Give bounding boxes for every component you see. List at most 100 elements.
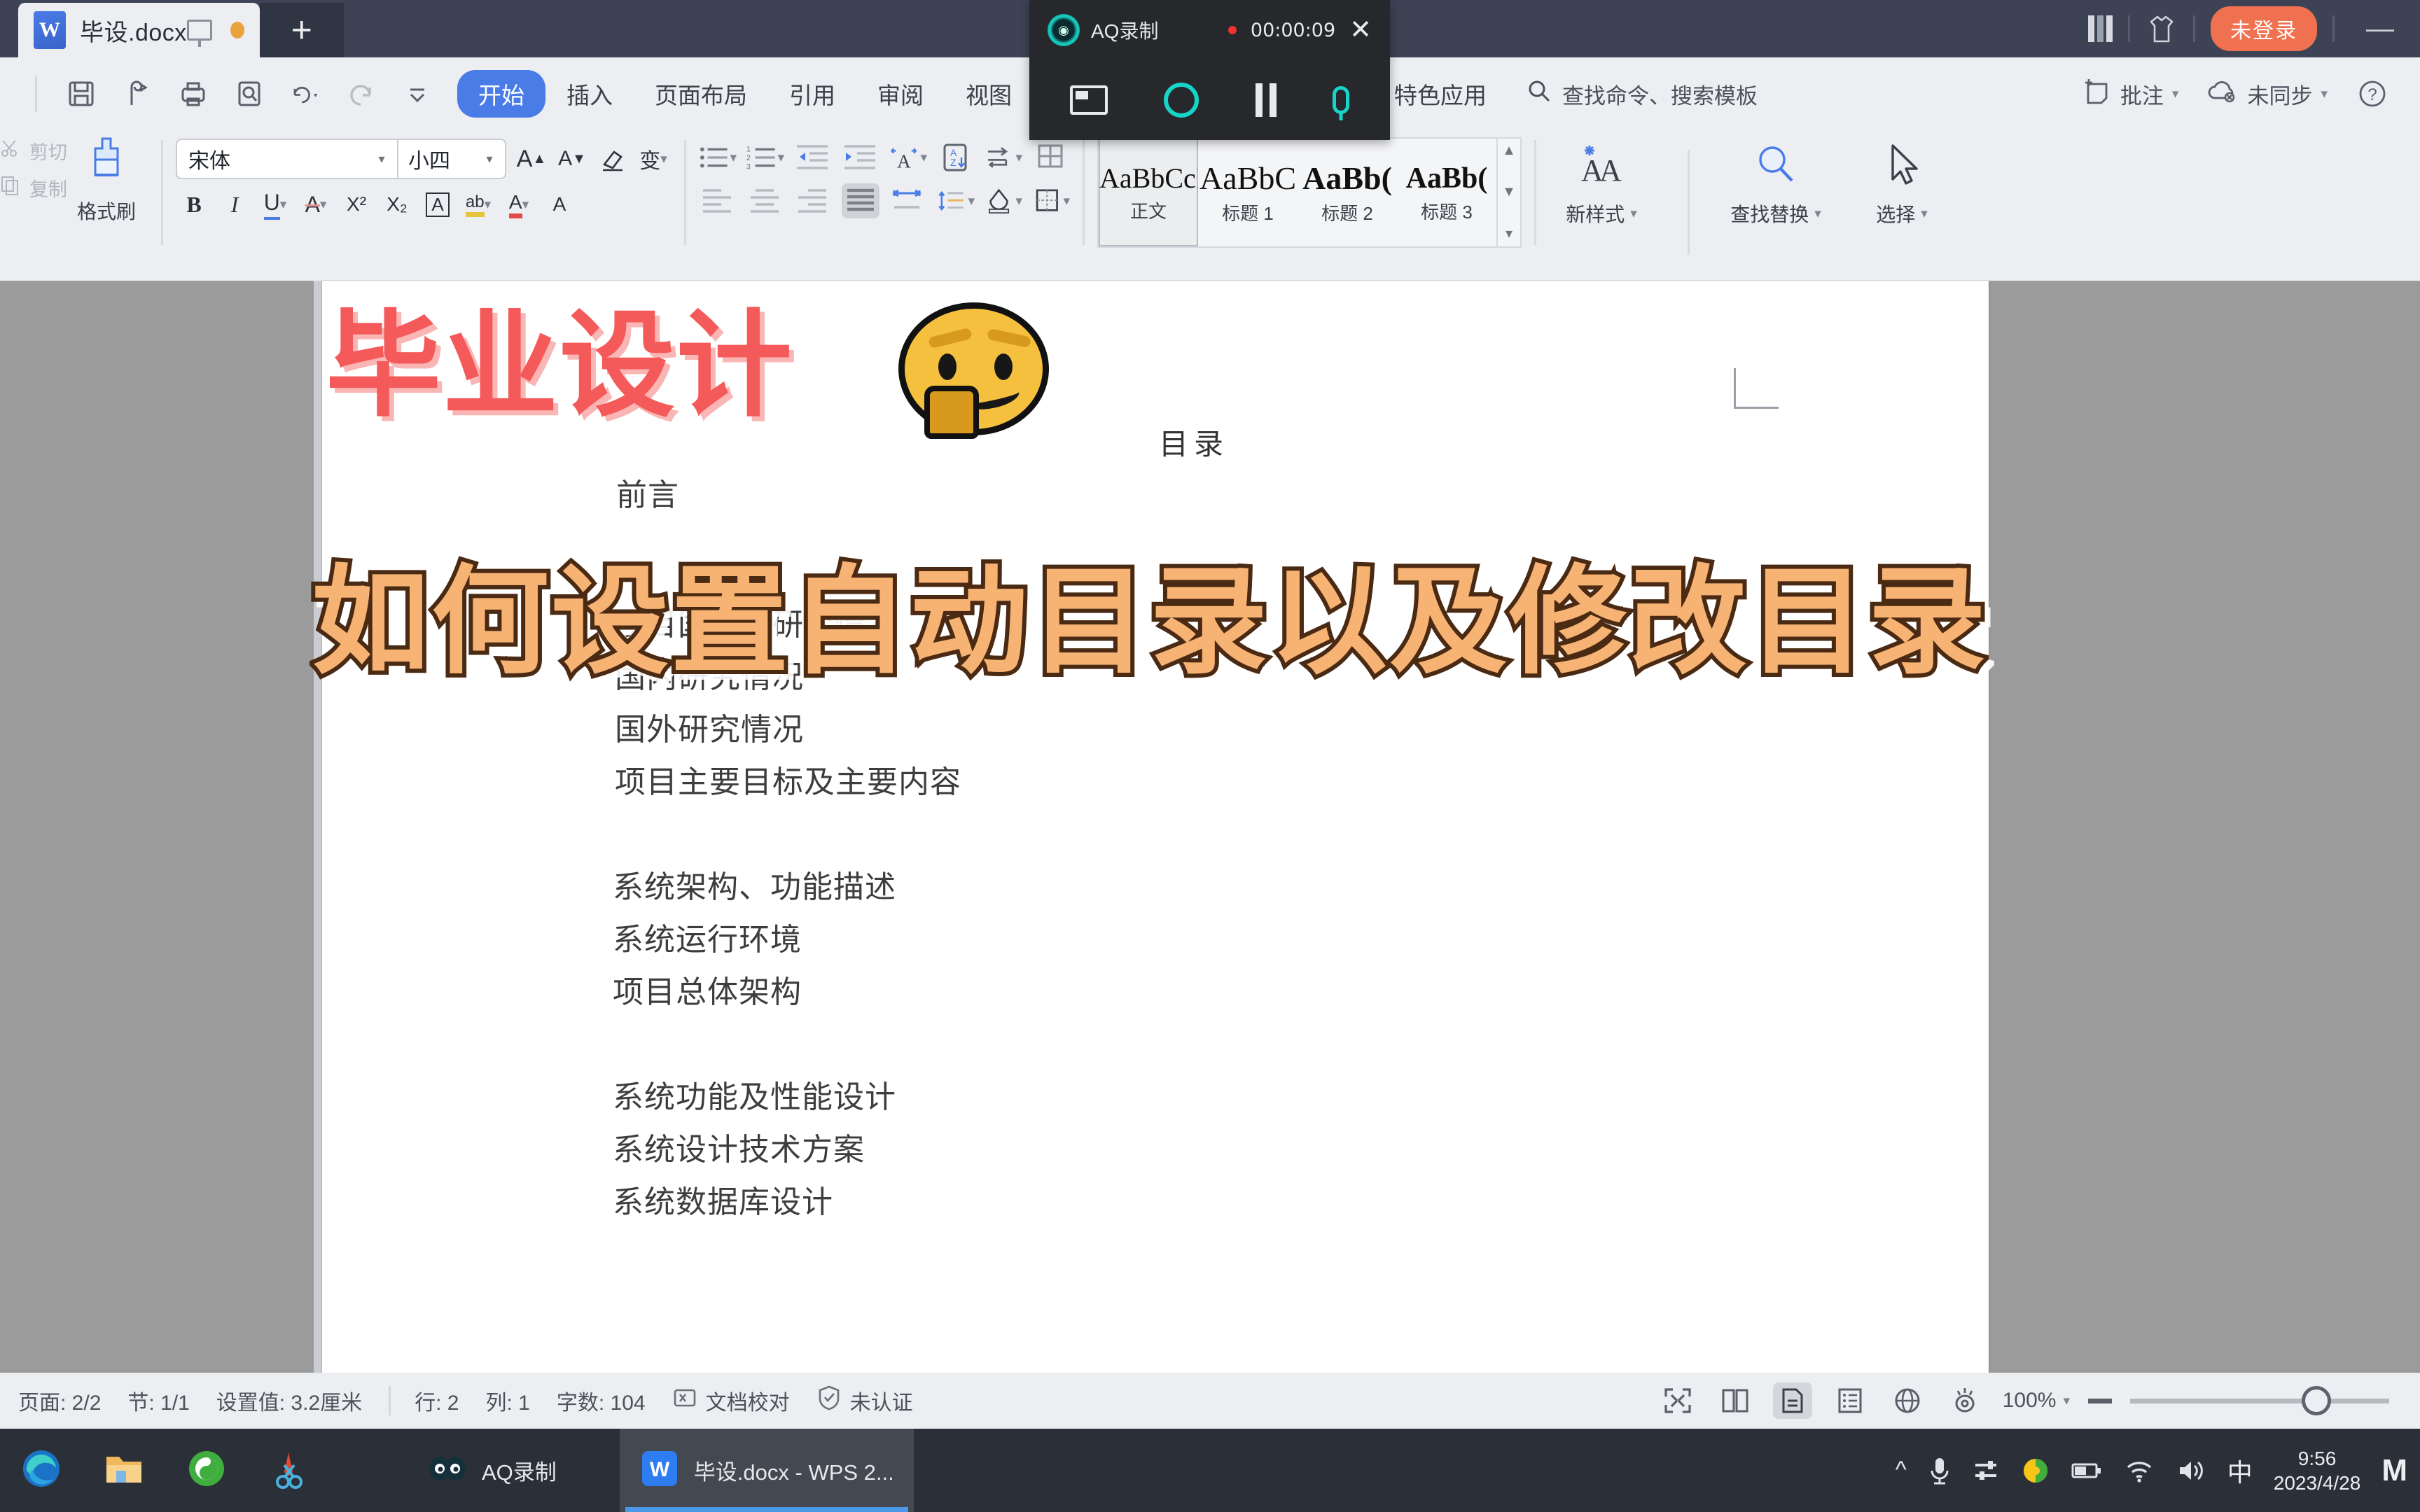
status-word-count[interactable]: 字数: 104 [557, 1385, 646, 1416]
decrease-font-size-button[interactable]: A▼ [554, 141, 590, 177]
chevron-down-icon[interactable]: ▾ [474, 152, 505, 167]
style-normal[interactable]: AaBbCcI 正文 [1099, 139, 1198, 246]
document-tab[interactable]: W 毕设.docx [18, 3, 260, 57]
undo-icon[interactable] [289, 78, 321, 110]
toc-entry[interactable]: 系统功能及性能设计 [613, 1072, 896, 1116]
document-canvas[interactable]: 目录 前言 项目国内外研究情况 国内研究情况 国外研究情况 项目主要目标及主要内… [0, 281, 2420, 1373]
wifi-icon[interactable] [2124, 1457, 2155, 1484]
shading-button[interactable]: ▾ [985, 183, 1022, 218]
minimize-button[interactable]: — [2350, 22, 2410, 36]
skin-theme-icon[interactable] [2146, 13, 2178, 44]
status-certification[interactable]: 未认证 [816, 1385, 913, 1417]
subscript-button[interactable]: X₂ [379, 186, 415, 223]
style-heading-1[interactable]: AaBbC 标题 1 [1198, 139, 1298, 246]
style-gallery-scroll[interactable]: ▲ ▼ ▾ [1496, 139, 1520, 246]
status-row[interactable]: 行: 2 [415, 1385, 459, 1416]
status-section[interactable]: 节: 1/1 [127, 1385, 189, 1416]
export-pdf-icon[interactable] [121, 78, 153, 110]
recorder-close-button[interactable]: ✕ [1349, 17, 1372, 43]
chevron-down-icon[interactable]: ▾ [2321, 86, 2328, 102]
toc-entry[interactable]: 系统数据库设计 [613, 1177, 833, 1222]
redo-icon[interactable] [345, 78, 377, 110]
two-page-view-button[interactable] [1716, 1382, 1755, 1419]
volume-icon[interactable] [2176, 1457, 2206, 1484]
print-icon[interactable] [177, 78, 209, 110]
recorder-record-button[interactable] [1164, 83, 1199, 118]
underline-button[interactable]: U▾ [257, 186, 293, 223]
tab-featured-apps[interactable]: 特色应用 [1373, 70, 1508, 118]
notification-center-icon[interactable]: M [2381, 1453, 2405, 1488]
tab-references[interactable]: 引用 [768, 70, 856, 118]
align-center-button[interactable] [746, 183, 784, 218]
increase-indent-button[interactable] [842, 140, 879, 175]
numbered-list-button[interactable]: 123 ▾ [746, 140, 784, 175]
font-size-input[interactable]: 小四 [398, 144, 474, 174]
battery-icon[interactable] [2071, 1459, 2103, 1483]
justify-button[interactable] [842, 183, 879, 218]
chevron-down-icon[interactable]: ▾ [2172, 86, 2179, 102]
font-color-button[interactable]: A▾ [501, 186, 537, 223]
web-view-button[interactable] [1888, 1382, 1927, 1419]
chevron-down-icon[interactable]: ▾ [366, 152, 397, 167]
360-safe-tray-icon[interactable] [2022, 1457, 2050, 1485]
screen-recorder-widget[interactable]: ◉ AQ录制 00:00:09 ✕ [1029, 0, 1390, 140]
toc-entry[interactable]: 国外研究情况 [615, 704, 804, 749]
clear-formatting-button[interactable] [594, 141, 631, 177]
distributed-align-button[interactable] [889, 183, 927, 218]
italic-button[interactable]: I [216, 186, 253, 223]
page-view-button[interactable] [1773, 1382, 1812, 1419]
font-selectors[interactable]: 宋体 ▾ 小四 ▾ [176, 139, 506, 179]
new-style-button[interactable]: AA 新样式▾ [1549, 140, 1654, 227]
zoom-slider-knob[interactable] [2302, 1386, 2331, 1415]
expand-gallery-icon[interactable]: ▾ [1505, 225, 1512, 242]
taskbar-aq-recorder[interactable]: AQ录制 [408, 1429, 576, 1512]
table-grid-button[interactable] [1032, 140, 1070, 175]
status-column[interactable]: 列: 1 [485, 1385, 529, 1416]
help-button[interactable]: ? [2356, 77, 2389, 111]
toc-entry[interactable]: 系统架构、功能描述 [613, 862, 896, 906]
character-shading-button[interactable]: A [541, 186, 578, 223]
status-proofread[interactable]: 文档校对 [672, 1385, 790, 1416]
show-formatting-marks-button[interactable]: ▾ [985, 140, 1022, 175]
presentation-mode-icon[interactable] [187, 20, 212, 41]
sort-button[interactable]: AZ [937, 140, 975, 175]
cut-button[interactable]: 剪切 [0, 137, 67, 164]
taskbar-file-explorer[interactable] [83, 1429, 165, 1512]
status-setting-value[interactable]: 设置值: 3.2厘米 [216, 1385, 362, 1416]
tray-expand-icon[interactable]: ^ [1896, 1457, 1907, 1484]
toc-entry[interactable]: 系统设计技术方案 [613, 1124, 865, 1169]
recorder-screen-button[interactable] [1070, 85, 1108, 115]
login-button[interactable]: 未登录 [2211, 6, 2317, 51]
taskbar-wps-window[interactable]: W 毕设.docx - WPS 2... [620, 1429, 914, 1512]
toc-entry[interactable]: 前言 [616, 470, 679, 514]
format-painter-button[interactable]: 格式刷 [67, 130, 148, 225]
align-right-button[interactable] [794, 183, 832, 218]
superscript-button[interactable]: X² [338, 186, 375, 223]
recorder-mic-button[interactable] [1333, 86, 1349, 114]
find-replace-button[interactable]: 查找替换▾ [1723, 140, 1828, 227]
settings-sliders-icon[interactable] [1973, 1457, 2001, 1485]
style-heading-3[interactable]: AaBb( 标题 3 [1397, 139, 1496, 246]
status-page[interactable]: 页面: 2/2 [18, 1385, 101, 1416]
scroll-up-icon[interactable]: ▲ [1502, 143, 1516, 159]
decrease-indent-button[interactable] [794, 140, 832, 175]
toc-entry[interactable]: 项目总体架构 [613, 967, 802, 1011]
strikethrough-button[interactable]: A▾ [298, 186, 334, 223]
document-page[interactable]: 目录 前言 项目国内外研究情况 国内研究情况 国外研究情况 项目主要目标及主要内… [322, 281, 1989, 1373]
text-highlight-button[interactable]: ab▾ [460, 186, 496, 223]
eye-protection-button[interactable] [1945, 1382, 1984, 1419]
copy-button[interactable]: 复制 [0, 174, 67, 202]
font-name-input[interactable]: 宋体 [177, 144, 366, 174]
bulleted-list-button[interactable]: ▾ [699, 140, 737, 175]
zoom-level[interactable]: 100%▾ [2003, 1389, 2070, 1413]
tab-review[interactable]: 审阅 [856, 70, 945, 118]
toc-entry[interactable]: 系统运行环境 [613, 914, 802, 959]
print-preview-icon[interactable] [233, 78, 265, 110]
save-icon[interactable] [65, 78, 97, 110]
new-tab-button[interactable]: + [260, 3, 344, 57]
recorder-pause-button[interactable] [1256, 83, 1277, 117]
taskbar-360-browser[interactable] [165, 1429, 248, 1512]
microphone-tray-icon[interactable] [1928, 1455, 1952, 1486]
character-border-button[interactable]: A [419, 186, 456, 223]
outline-view-button[interactable] [1830, 1382, 1870, 1419]
